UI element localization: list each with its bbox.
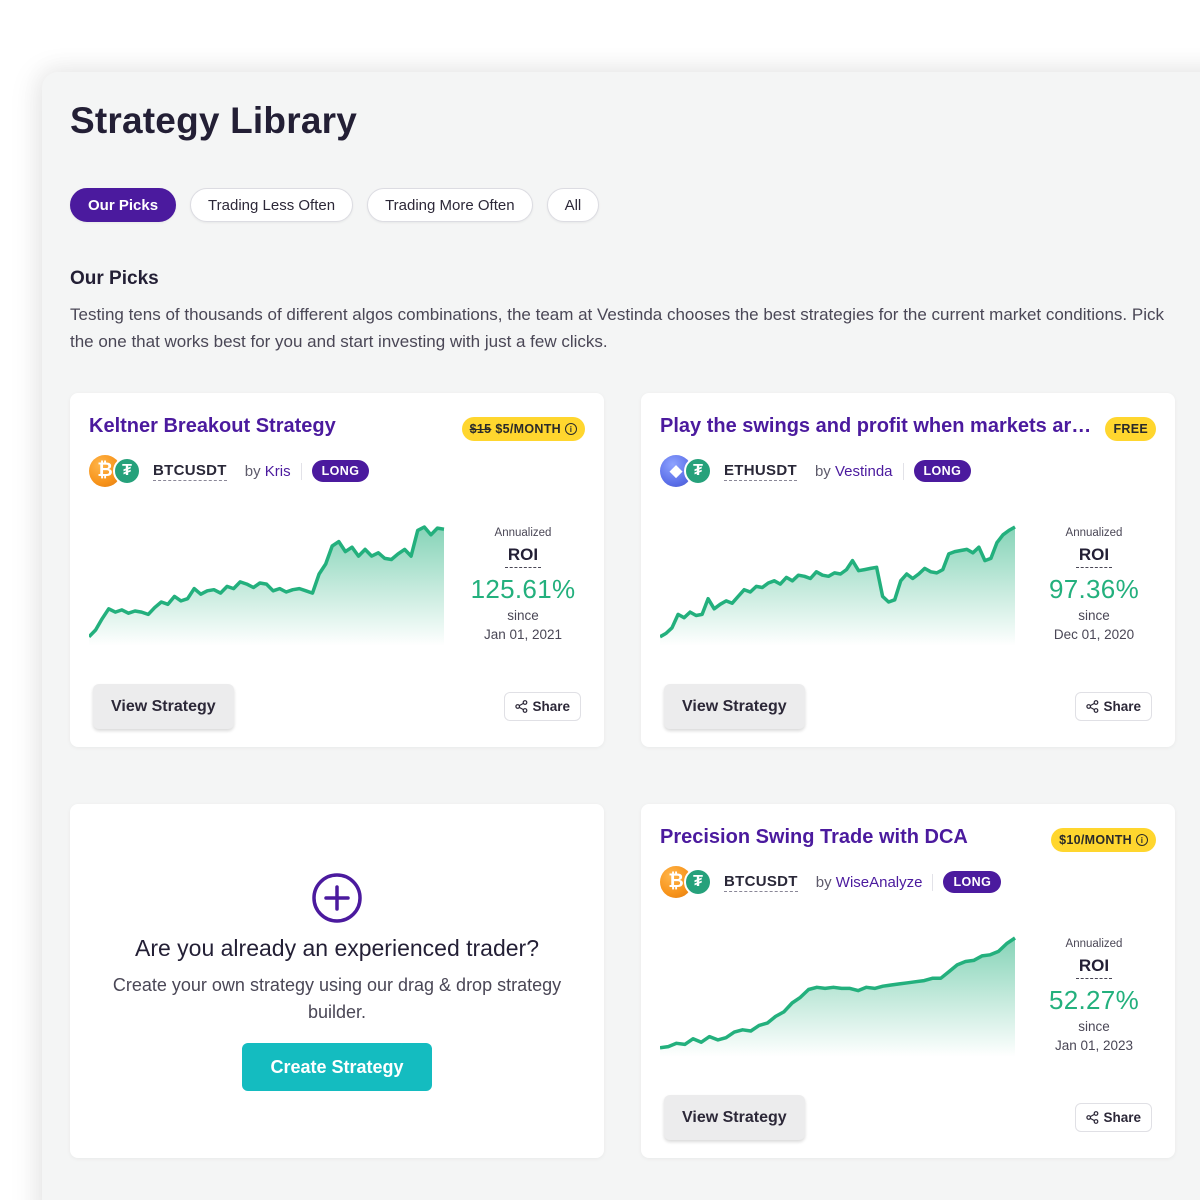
roi-label: ROI <box>1075 952 1113 979</box>
strategy-meta: ◆ ₮ ETHUSDT by Vestinda LONG <box>660 454 972 488</box>
strategy-meta: ₿ ₮ BTCUSDT by Kris LONG <box>89 454 370 488</box>
coin-pair-icons: ◆ ₮ <box>660 454 718 488</box>
section-title: Our Picks <box>70 268 159 289</box>
coin-pair-icons: ₿ ₮ <box>660 865 718 899</box>
share-icon <box>1086 1111 1099 1124</box>
section-description: Testing tens of thousands of different a… <box>70 305 1164 351</box>
trading-pair[interactable]: BTCUSDT <box>153 462 227 481</box>
author-line: by Kris <box>244 462 302 480</box>
price: $10/MONTH <box>1059 833 1132 847</box>
price-badge: $15 $5/MONTH i <box>461 417 585 441</box>
view-strategy-button[interactable]: View Strategy <box>93 684 234 729</box>
roi-value: 97.36% <box>1049 574 1139 604</box>
tether-icon: ₮ <box>113 457 141 485</box>
roi-value: 52.27% <box>1049 985 1139 1015</box>
roi-caption: Annualized <box>1065 938 1123 950</box>
info-icon[interactable]: i <box>1136 834 1148 846</box>
coin-pair-icons: ₿ ₮ <box>89 454 147 488</box>
author-line: by WiseAnalyze <box>815 873 934 891</box>
roi-label: ROI <box>504 541 542 568</box>
price: FREE <box>1113 422 1148 436</box>
create-strategy-card: Are you already an experienced trader? C… <box>70 804 604 1158</box>
tether-icon: ₮ <box>684 868 712 896</box>
by-prefix: by <box>244 462 261 480</box>
view-strategy-button[interactable]: View Strategy <box>664 1095 805 1140</box>
since-date: Jan 01, 2023 <box>1054 1038 1134 1053</box>
roi-caption: Annualized <box>1065 527 1123 539</box>
create-strategy-button[interactable]: Create Strategy <box>242 1043 432 1091</box>
since-date: Dec 01, 2020 <box>1053 627 1135 642</box>
roi-value: 125.61% <box>470 574 576 604</box>
create-title: Are you already an experienced trader? <box>134 935 540 961</box>
strategy-card: Play the swings and profit when markets … <box>641 393 1175 747</box>
share-icon <box>515 700 528 713</box>
by-prefix: by <box>814 462 831 480</box>
strategy-card: Keltner Breakout Strategy $15 $5/MONTH i… <box>70 393 604 747</box>
tab-all[interactable]: All <box>546 188 600 222</box>
page-title: Strategy Library <box>70 100 357 141</box>
author[interactable]: WiseAnalyze <box>836 874 923 891</box>
price-badge: $10/MONTH i <box>1051 828 1156 852</box>
price: $5/MONTH <box>495 422 561 436</box>
share-label: Share <box>1103 699 1141 714</box>
direction-badge: LONG <box>311 460 370 482</box>
tab-our-picks[interactable]: Our Picks <box>70 188 177 222</box>
strategy-name[interactable]: Keltner Breakout Strategy <box>89 415 336 438</box>
strategy-card: Precision Swing Trade with DCA $10/MONTH… <box>641 804 1175 1158</box>
direction-badge: LONG <box>913 460 972 482</box>
by-prefix: by <box>815 873 832 891</box>
share-button[interactable]: Share <box>1075 692 1152 721</box>
roi-label: ROI <box>1075 541 1113 568</box>
plus-circle-icon <box>312 873 362 923</box>
sparkline-area <box>660 527 1015 646</box>
share-button[interactable]: Share <box>1075 1103 1152 1132</box>
author[interactable]: Vestinda <box>835 463 893 480</box>
since-label: since <box>1078 1019 1110 1034</box>
since-date: Jan 01, 2021 <box>483 627 563 642</box>
author-line: by Vestinda <box>814 462 904 480</box>
tab-trading-more-often[interactable]: Trading More Often <box>367 188 533 222</box>
direction-badge: LONG <box>943 871 1002 893</box>
roi-block: Annualized ROI 97.36% since Dec 01, 2020 <box>1021 527 1167 642</box>
performance-sparkline <box>660 525 1016 646</box>
roi-block: Annualized ROI 125.61% since Jan 01, 202… <box>450 527 596 642</box>
performance-sparkline <box>660 936 1016 1057</box>
strategy-meta: ₿ ₮ BTCUSDT by WiseAnalyze LONG <box>660 865 1002 899</box>
share-label: Share <box>532 699 570 714</box>
price-badge: FREE <box>1105 417 1156 441</box>
roi-block: Annualized ROI 52.27% since Jan 01, 2023 <box>1021 938 1167 1053</box>
share-icon <box>1086 700 1099 713</box>
roi-caption: Annualized <box>494 527 552 539</box>
strategy-name[interactable]: Play the swings and profit when markets … <box>660 415 1095 438</box>
tether-icon: ₮ <box>684 457 712 485</box>
filter-tabs: Our Picks Trading Less Often Trading Mor… <box>70 188 600 222</box>
view-strategy-button[interactable]: View Strategy <box>664 684 805 729</box>
trading-pair[interactable]: BTCUSDT <box>724 873 798 892</box>
author[interactable]: Kris <box>265 463 291 480</box>
trading-pair[interactable]: ETHUSDT <box>724 462 797 481</box>
info-icon[interactable]: i <box>565 423 577 435</box>
share-label: Share <box>1103 1110 1141 1125</box>
strategy-library-panel: Strategy Library Our Picks Trading Less … <box>42 72 1200 1200</box>
tab-trading-less-often[interactable]: Trading Less Often <box>190 188 354 222</box>
create-description: Create your own strategy using our drag … <box>112 975 562 1022</box>
since-label: since <box>1078 608 1110 623</box>
share-button[interactable]: Share <box>504 692 581 721</box>
since-label: since <box>507 608 539 623</box>
old-price: $15 <box>469 422 492 436</box>
performance-sparkline <box>89 525 445 646</box>
strategy-name[interactable]: Precision Swing Trade with DCA <box>660 826 968 849</box>
